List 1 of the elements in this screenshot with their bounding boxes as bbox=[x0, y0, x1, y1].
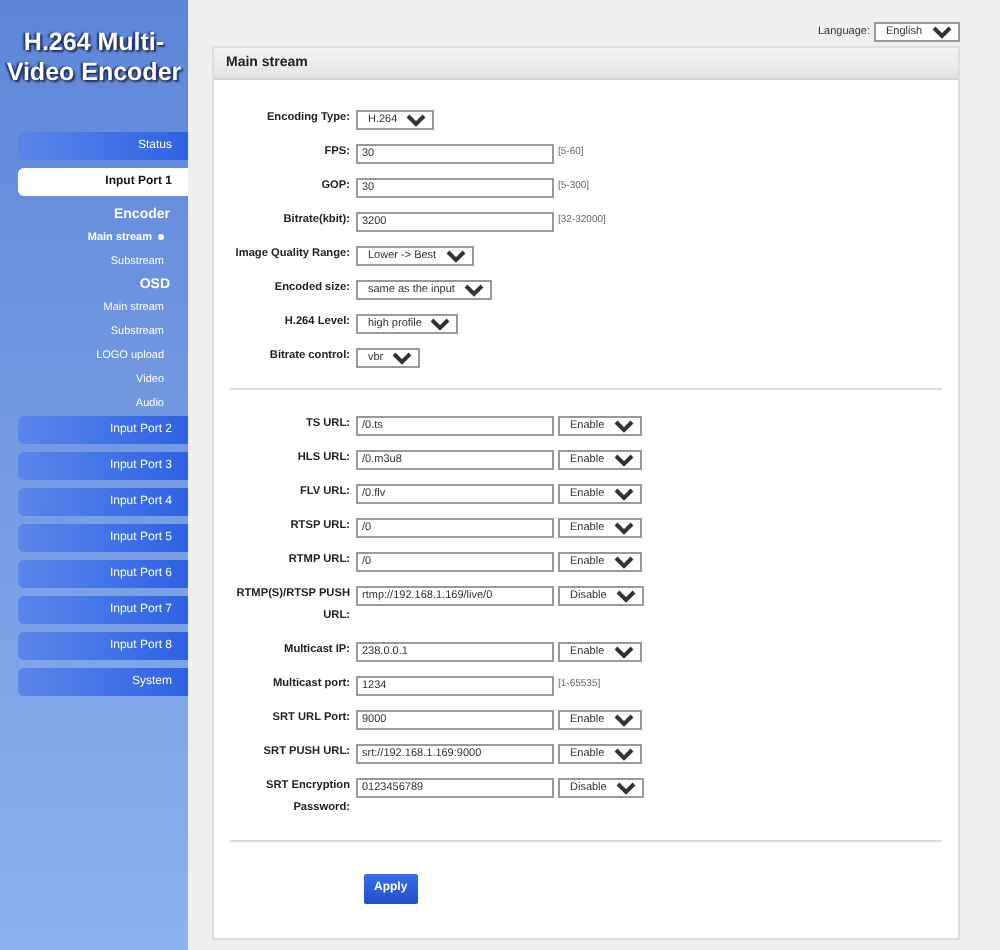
app-title: H.264 Multi-Video Encoder bbox=[4, 28, 184, 88]
